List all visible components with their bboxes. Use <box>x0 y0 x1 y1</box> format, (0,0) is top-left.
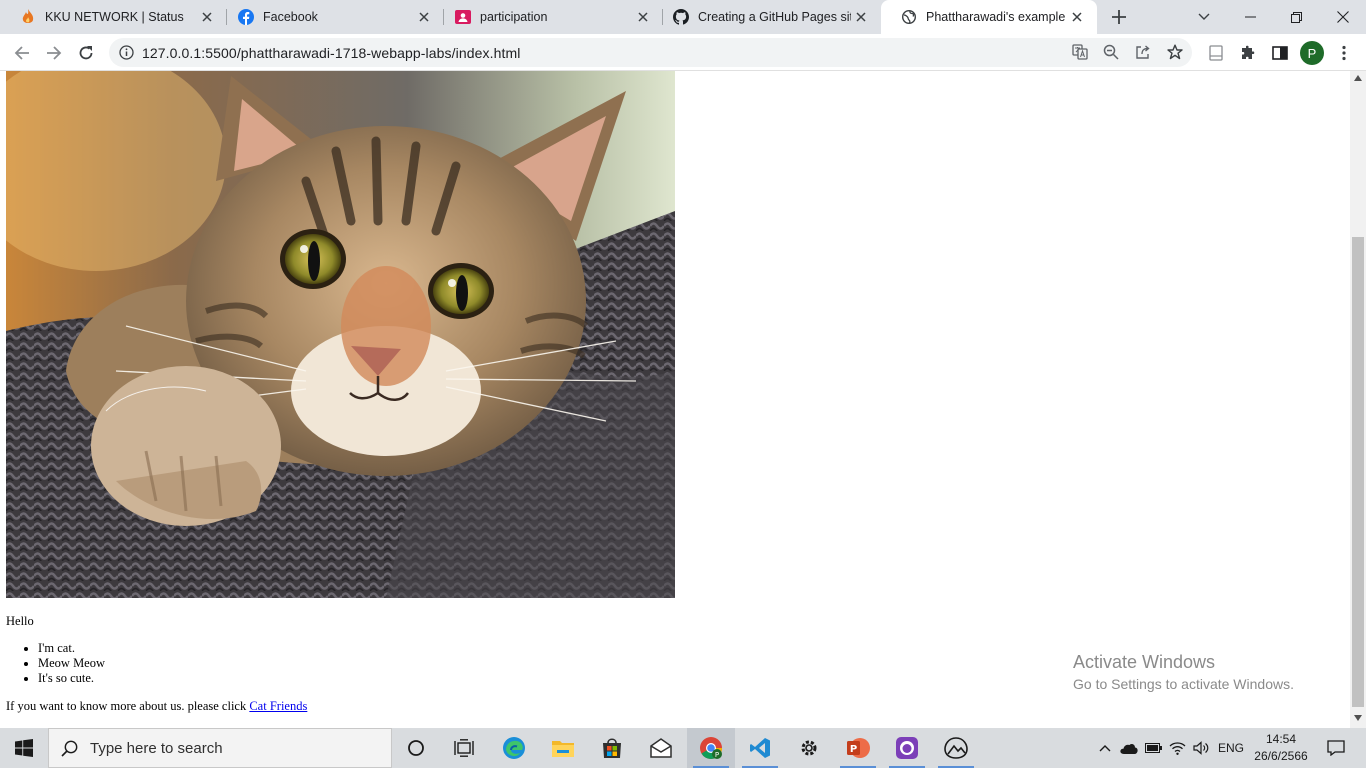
onedrive-icon[interactable] <box>1118 728 1140 768</box>
share-icon[interactable] <box>1132 41 1154 63</box>
close-tab-icon[interactable] <box>633 7 653 27</box>
list-item: Meow Meow <box>38 656 105 671</box>
tab-github-pages[interactable]: Creating a GitHub Pages site <box>653 0 881 34</box>
minimize-button[interactable] <box>1227 0 1273 34</box>
scrollbar-thumb[interactable] <box>1352 237 1364 707</box>
address-bar[interactable]: 127.0.0.1:5500/phattharawadi-1718-webapp… <box>109 38 1192 67</box>
search-placeholder: Type here to search <box>90 739 223 757</box>
search-icon <box>61 740 78 757</box>
restore-button[interactable] <box>1273 0 1319 34</box>
chrome-taskbar-icon[interactable]: P <box>687 728 735 768</box>
windows-logo-icon <box>15 739 33 757</box>
close-window-button[interactable] <box>1320 0 1366 34</box>
page-scrollbar[interactable] <box>1350 71 1366 728</box>
clock-date: 26/6/2566 <box>1254 749 1308 763</box>
tab-strip: KKU NETWORK | Status Facebook participat… <box>0 0 1366 34</box>
more-info-paragraph: If you want to know more about us. pleas… <box>6 699 307 714</box>
tab-kku-network[interactable]: KKU NETWORK | Status <box>0 0 227 34</box>
vscode-icon[interactable] <box>736 728 784 768</box>
list-item: I'm cat. <box>38 641 105 656</box>
close-tab-icon[interactable] <box>851 7 871 27</box>
bookmark-star-icon[interactable] <box>1164 41 1186 63</box>
input-language[interactable]: ENG <box>1214 728 1248 768</box>
github-icon <box>673 9 689 25</box>
tab-title: Phattharawadi's example pag <box>926 10 1067 24</box>
tab-participation[interactable]: participation <box>435 0 663 34</box>
cat-friends-link[interactable]: Cat Friends <box>249 699 307 713</box>
tab-facebook[interactable]: Facebook <box>218 0 444 34</box>
close-tab-icon[interactable] <box>197 7 217 27</box>
forward-button[interactable] <box>42 41 66 65</box>
notifications-icon[interactable] <box>1318 728 1354 768</box>
activate-title: Activate Windows <box>1073 652 1216 672</box>
powerpoint-icon[interactable]: P <box>834 728 882 768</box>
tab-title: Creating a GitHub Pages site <box>698 10 851 24</box>
microsoft-store-icon[interactable] <box>588 728 636 768</box>
new-tab-button[interactable] <box>1108 6 1130 28</box>
classroom-icon <box>455 9 471 25</box>
windows-taskbar: Type here to search P P ENG 14:54 26/6/2… <box>0 728 1366 768</box>
tab-phattharawadi-example[interactable]: Phattharawadi's example pag <box>881 0 1097 34</box>
activate-subtitle: Go to Settings to activate Windows. <box>1073 676 1294 692</box>
scroll-down-arrow-icon[interactable] <box>1354 715 1362 721</box>
site-info-icon[interactable] <box>119 45 134 60</box>
tab-search-button[interactable] <box>1181 0 1227 34</box>
back-button[interactable] <box>10 41 34 65</box>
edge-icon[interactable] <box>490 728 538 768</box>
chrome-menu-icon[interactable] <box>1332 41 1356 65</box>
translate-icon[interactable] <box>1069 41 1091 63</box>
tab-title: KKU NETWORK | Status <box>45 10 184 24</box>
scroll-up-arrow-icon[interactable] <box>1354 75 1362 81</box>
wifi-icon[interactable] <box>1166 728 1188 768</box>
cat-facts-list: I'm cat. Meow Meow It's so cute. <box>38 641 105 686</box>
volume-icon[interactable] <box>1190 728 1212 768</box>
hello-text: Hello <box>6 614 34 628</box>
mail-icon[interactable] <box>637 728 685 768</box>
file-explorer-icon[interactable] <box>539 728 587 768</box>
show-hidden-icons-icon[interactable] <box>1096 728 1114 768</box>
cortana-icon[interactable] <box>392 728 440 768</box>
tab-title: participation <box>480 10 548 24</box>
more-info-text: If you want to know more about us. pleas… <box>6 699 250 713</box>
list-item: It's so cute. <box>38 671 105 686</box>
reload-button[interactable] <box>74 41 98 65</box>
facebook-icon <box>238 9 254 25</box>
svg-text:P: P <box>715 751 719 759</box>
photos-icon[interactable] <box>932 728 980 768</box>
browser-toolbar: 127.0.0.1:5500/phattharawadi-1718-webapp… <box>0 34 1366 71</box>
url-text: 127.0.0.1:5500/phattharawadi-1718-webapp… <box>142 45 521 61</box>
close-tab-icon[interactable] <box>414 7 434 27</box>
reading-list-icon[interactable] <box>1204 41 1228 65</box>
side-panel-icon[interactable] <box>1268 41 1292 65</box>
taskbar-search-box[interactable]: Type here to search <box>48 728 392 768</box>
start-button[interactable] <box>0 728 48 768</box>
battery-icon[interactable] <box>1142 728 1164 768</box>
task-view-icon[interactable] <box>440 728 488 768</box>
tab-title: Facebook <box>263 10 318 24</box>
cat-image <box>6 71 675 598</box>
github-desktop-icon[interactable] <box>883 728 931 768</box>
profile-avatar[interactable]: P <box>1300 41 1324 65</box>
clock-time: 14:54 <box>1265 732 1297 746</box>
settings-gear-icon[interactable] <box>785 728 833 768</box>
page-viewport: Hello I'm cat. Meow Meow It's so cute. I… <box>0 71 1350 728</box>
activate-windows-watermark: Activate Windows Go to Settings to activ… <box>1073 652 1294 692</box>
svg-text:P: P <box>850 744 857 755</box>
close-tab-icon[interactable] <box>1067 7 1087 27</box>
zoom-icon[interactable] <box>1100 41 1122 63</box>
globe-icon <box>901 9 917 25</box>
kku-flame-icon <box>20 9 36 25</box>
extensions-icon[interactable] <box>1236 41 1260 65</box>
taskbar-clock[interactable]: 14:54 26/6/2566 <box>1250 731 1312 765</box>
